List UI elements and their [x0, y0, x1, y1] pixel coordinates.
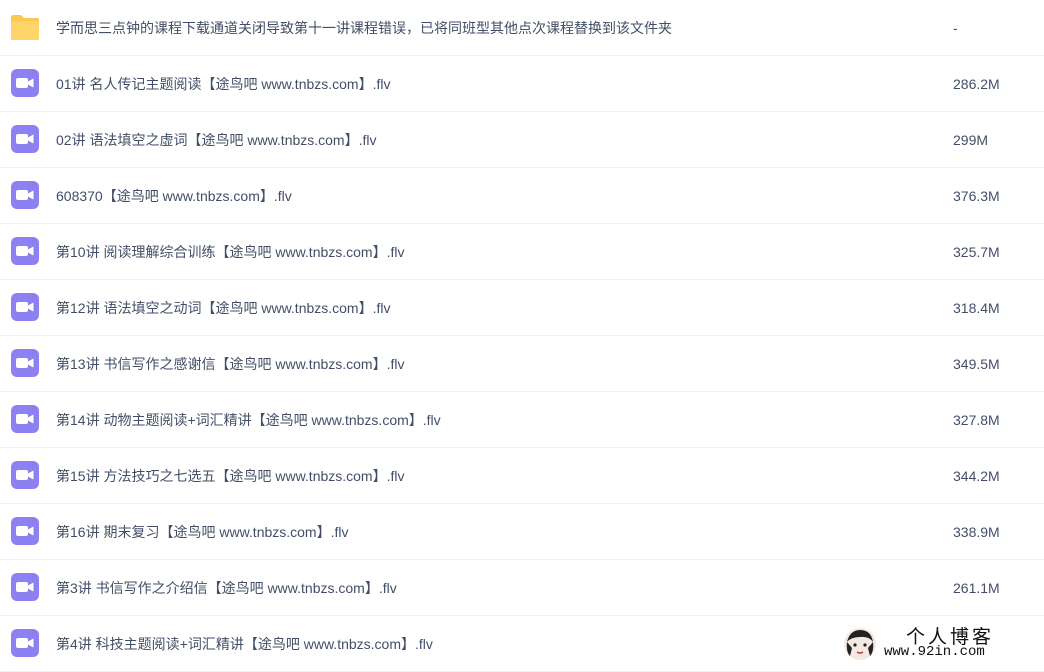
- file-row[interactable]: 第15讲 方法技巧之七选五【途鸟吧 www.tnbzs.com】.flv 344…: [0, 448, 1044, 504]
- blog-watermark: 个人博客 www.92in.com: [842, 622, 1030, 664]
- file-name[interactable]: 第10讲 阅读理解综合训练【途鸟吧 www.tnbzs.com】.flv: [56, 242, 405, 262]
- file-name[interactable]: 第16讲 期末复习【途鸟吧 www.tnbzs.com】.flv: [56, 522, 349, 542]
- file-name[interactable]: 第15讲 方法技巧之七选五【途鸟吧 www.tnbzs.com】.flv: [56, 466, 405, 486]
- watermark-url: www.92in.com: [884, 644, 985, 660]
- video-file-icon: [11, 237, 39, 265]
- file-row[interactable]: 第12讲 语法填空之动词【途鸟吧 www.tnbzs.com】.flv 318.…: [0, 280, 1044, 336]
- video-file-icon: [11, 517, 39, 545]
- file-size: 376.3M: [953, 188, 1000, 204]
- file-name[interactable]: 01讲 名人传记主题阅读【途鸟吧 www.tnbzs.com】.flv: [56, 74, 391, 94]
- video-file-icon: [11, 461, 39, 489]
- folder-icon: [11, 15, 39, 40]
- file-name[interactable]: 02讲 语法填空之虚词【途鸟吧 www.tnbzs.com】.flv: [56, 130, 377, 150]
- file-name[interactable]: 第12讲 语法填空之动词【途鸟吧 www.tnbzs.com】.flv: [56, 298, 391, 318]
- file-size: 299M: [953, 132, 989, 148]
- file-size: 338.9M: [953, 524, 1000, 540]
- file-name[interactable]: 学而思三点钟的课程下载通道关闭导致第十一讲课程错误，已将同班型其他点次课程替换到…: [56, 18, 672, 38]
- file-row[interactable]: 608370【途鸟吧 www.tnbzs.com】.flv 376.3M: [0, 168, 1044, 224]
- video-file-icon: [11, 125, 39, 153]
- file-size: 325.7M: [953, 244, 1000, 260]
- file-list: 学而思三点钟的课程下载通道关闭导致第十一讲课程错误，已将同班型其他点次课程替换到…: [0, 0, 1044, 672]
- file-size: 327.8M: [953, 412, 1000, 428]
- file-row[interactable]: 第14讲 动物主题阅读+词汇精讲【途鸟吧 www.tnbzs.com】.flv …: [0, 392, 1044, 448]
- file-name[interactable]: 第14讲 动物主题阅读+词汇精讲【途鸟吧 www.tnbzs.com】.flv: [56, 410, 441, 430]
- video-file-icon: [11, 405, 39, 433]
- file-row[interactable]: 01讲 名人传记主题阅读【途鸟吧 www.tnbzs.com】.flv 286.…: [0, 56, 1044, 112]
- avatar-icon: [844, 628, 876, 660]
- file-size: -: [953, 20, 958, 36]
- file-size: 318.4M: [953, 300, 1000, 316]
- file-size: 349.5M: [953, 356, 1000, 372]
- video-file-icon: [11, 69, 39, 97]
- video-file-icon: [11, 293, 39, 321]
- file-size: 344.2M: [953, 468, 1000, 484]
- video-file-icon: [11, 573, 39, 601]
- file-row[interactable]: 第13讲 书信写作之感谢信【途鸟吧 www.tnbzs.com】.flv 349…: [0, 336, 1044, 392]
- file-name[interactable]: 第3讲 书信写作之介绍信【途鸟吧 www.tnbzs.com】.flv: [56, 578, 397, 598]
- file-size: 286.2M: [953, 76, 1000, 92]
- file-row[interactable]: 第10讲 阅读理解综合训练【途鸟吧 www.tnbzs.com】.flv 325…: [0, 224, 1044, 280]
- file-size: 261.1M: [953, 580, 1000, 596]
- file-row[interactable]: 第16讲 期末复习【途鸟吧 www.tnbzs.com】.flv 338.9M: [0, 504, 1044, 560]
- file-name[interactable]: 第13讲 书信写作之感谢信【途鸟吧 www.tnbzs.com】.flv: [56, 354, 405, 374]
- video-file-icon: [11, 629, 39, 657]
- file-row[interactable]: 02讲 语法填空之虚词【途鸟吧 www.tnbzs.com】.flv 299M: [0, 112, 1044, 168]
- file-name[interactable]: 第4讲 科技主题阅读+词汇精讲【途鸟吧 www.tnbzs.com】.flv: [56, 634, 433, 654]
- file-row[interactable]: 学而思三点钟的课程下载通道关闭导致第十一讲课程错误，已将同班型其他点次课程替换到…: [0, 0, 1044, 56]
- file-name[interactable]: 608370【途鸟吧 www.tnbzs.com】.flv: [56, 186, 292, 206]
- video-file-icon: [11, 349, 39, 377]
- file-row[interactable]: 第3讲 书信写作之介绍信【途鸟吧 www.tnbzs.com】.flv 261.…: [0, 560, 1044, 616]
- video-file-icon: [11, 181, 39, 209]
